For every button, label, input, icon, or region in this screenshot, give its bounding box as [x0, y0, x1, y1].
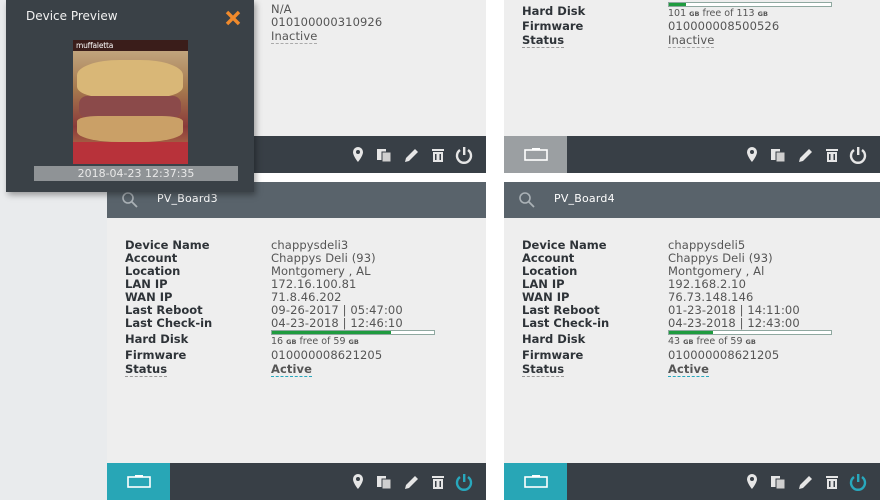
power-icon[interactable]: [848, 472, 868, 492]
column-gap: [486, 0, 504, 500]
copy-icon[interactable]: [374, 145, 394, 165]
copy-icon[interactable]: [374, 472, 394, 492]
power-icon[interactable]: [454, 145, 474, 165]
search-icon[interactable]: [121, 191, 139, 209]
copy-icon[interactable]: [768, 145, 788, 165]
card-actions: [702, 145, 867, 165]
hard-disk-label: Hard Disk: [522, 332, 586, 346]
hard-disk-fill: [669, 3, 686, 6]
card-actions-bar: [107, 463, 486, 500]
power-icon[interactable]: [848, 145, 868, 165]
status-value[interactable]: Inactive: [271, 30, 318, 44]
status-value[interactable]: Active: [271, 363, 313, 377]
last-checkin-label: Last Check-in: [125, 316, 213, 330]
firmware-value: 010100000310926: [271, 15, 383, 29]
last-checkin-value: 04-23-2018 | 12:43:00: [668, 316, 800, 330]
board-name: PV_Board4: [554, 192, 615, 205]
status-label: Status: [125, 362, 168, 377]
status-value[interactable]: Active: [668, 363, 710, 377]
device-preview-popup: Device Preview muffaletta 2018-04-23 12:…: [6, 0, 254, 192]
card-actions-bar: [504, 136, 880, 173]
card-header: PV_Board4: [504, 182, 880, 218]
preview-title: Device Preview: [26, 9, 118, 23]
screen-tab[interactable]: [504, 136, 567, 173]
card-actions: [308, 472, 473, 492]
card-actions: [308, 145, 473, 165]
power-icon[interactable]: [454, 472, 474, 492]
trash-icon[interactable]: [822, 145, 842, 165]
firmware-label: Firmware: [522, 19, 584, 33]
edit-pencil-icon[interactable]: [796, 472, 816, 492]
firmware-label: Firmware: [125, 348, 187, 362]
last-checkin-value: 04-23-2018 | 12:46:10: [271, 316, 403, 330]
hard-disk-fill: [669, 331, 713, 334]
location-pin-icon[interactable]: [348, 472, 368, 492]
trash-icon[interactable]: [428, 145, 448, 165]
hard-disk-label: Hard Disk: [522, 4, 586, 18]
screen-icon: [524, 148, 548, 161]
firmware-value: 010000008621205: [668, 348, 780, 362]
trash-icon[interactable]: [822, 472, 842, 492]
device-card-board4: PV_Board4 Device Name chappysdeli5 Accoun…: [504, 182, 880, 500]
firmware-value: 010000008621205: [271, 348, 383, 362]
firmware-label: Firmware: [522, 348, 584, 362]
last-checkin-label: Last Check-in: [522, 316, 610, 330]
screen-tab[interactable]: [504, 463, 567, 500]
card-actions-bar: [504, 463, 880, 500]
preview-timestamp: 2018-04-23 12:37:35: [34, 166, 238, 181]
status-label: Status: [522, 362, 565, 377]
screen-icon: [127, 475, 151, 488]
trash-icon[interactable]: [428, 472, 448, 492]
edit-pencil-icon[interactable]: [402, 145, 422, 165]
location-pin-icon[interactable]: [742, 472, 762, 492]
close-icon[interactable]: [224, 9, 242, 27]
hard-disk-fill: [272, 331, 391, 334]
card-actions: [702, 472, 867, 492]
device-card-board3: PV_Board3 Device Name chappysdeli3 Accoun…: [107, 182, 486, 500]
firmware-value: 010000008500526: [668, 19, 780, 33]
brand-banner: muffaletta: [73, 40, 188, 51]
search-icon[interactable]: [518, 191, 536, 209]
location-pin-icon[interactable]: [742, 145, 762, 165]
copy-icon[interactable]: [768, 472, 788, 492]
hard-disk-label: Hard Disk: [125, 332, 189, 346]
edit-pencil-icon[interactable]: [796, 145, 816, 165]
screen-tab[interactable]: [107, 463, 170, 500]
status-value[interactable]: Inactive: [668, 34, 715, 48]
device-card-top-right: Hard Disk 101 GB free of 113 GB Firmware…: [504, 0, 880, 173]
preview-screenshot-image: muffaletta: [73, 40, 188, 164]
edit-pencil-icon[interactable]: [402, 472, 422, 492]
screen-icon: [524, 475, 548, 488]
board-name: PV_Board3: [157, 192, 218, 205]
location-pin-icon[interactable]: [348, 145, 368, 165]
status-label: Status: [522, 33, 565, 48]
